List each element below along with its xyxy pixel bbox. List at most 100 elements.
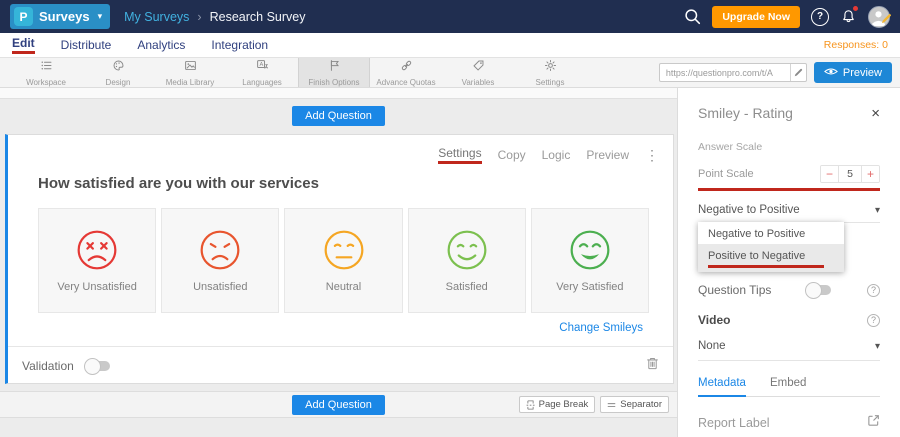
satisfied-smiley-icon (445, 228, 489, 272)
quotas-link-icon (400, 59, 413, 77)
answer-scale-label: Answer Scale (698, 141, 880, 153)
panel-tabs: Metadata Embed (698, 377, 880, 397)
add-question-button-top[interactable]: Add Question (292, 106, 385, 126)
tab-metadata[interactable]: Metadata (698, 377, 746, 397)
expand-icon[interactable] (867, 414, 880, 432)
smiley-option-very-unsatisfied[interactable]: Very Unsatisfied (38, 208, 156, 313)
option-positive-to-negative[interactable]: Positive to Negative (698, 244, 844, 272)
decrease-points-button[interactable]: − (821, 166, 838, 182)
edit-pencil-icon (881, 11, 892, 29)
page-break-icon (526, 400, 535, 410)
surveys-menu-button[interactable]: P Surveys ▾ (10, 4, 110, 29)
question-preview-link[interactable]: Preview (586, 148, 629, 162)
validation-row: Validation (8, 346, 673, 375)
page-break-button[interactable]: Page Break (519, 396, 596, 413)
video-help-icon[interactable]: ? (867, 314, 880, 327)
tab-edit[interactable]: Edit (12, 36, 35, 54)
edit-url-pencil-icon[interactable] (790, 64, 806, 81)
tab-embed[interactable]: Embed (770, 377, 806, 396)
chevron-down-icon: ▾ (98, 11, 103, 22)
workspace-list-icon (40, 59, 53, 77)
video-row: Video ? (698, 313, 880, 327)
finish-flag-icon (328, 59, 341, 77)
search-icon[interactable] (684, 8, 701, 25)
smiley-option-satisfied[interactable]: Satisfied (408, 208, 526, 313)
change-smileys-link[interactable]: Change Smileys (8, 322, 643, 334)
media-image-icon (184, 59, 197, 77)
close-panel-icon[interactable]: × (871, 106, 880, 121)
user-avatar[interactable] (868, 6, 890, 28)
separator-icon (607, 400, 616, 410)
toolbar-item-settings[interactable]: Settings (514, 58, 586, 87)
question-tips-toggle[interactable] (807, 285, 831, 295)
scale-direction-select[interactable]: Negative to Positive ▾ Negative to Posit… (698, 198, 880, 223)
tab-distribute[interactable]: Distribute (61, 38, 112, 52)
questionpro-logo: P (14, 7, 33, 26)
toolbar-item-finish-options[interactable]: Finish Options (298, 58, 370, 87)
variables-tag-icon (472, 59, 485, 77)
breadcrumb-current-survey: Research Survey (210, 10, 306, 24)
add-question-button-bottom[interactable]: Add Question (292, 395, 385, 415)
chevron-down-icon: ▾ (875, 341, 880, 352)
languages-translate-icon: A (256, 59, 269, 77)
notification-badge (852, 5, 859, 12)
toolbar-item-media-library[interactable]: Media Library (154, 58, 226, 87)
video-source-value: None (698, 340, 726, 352)
question-card-menu: Settings Copy Logic Preview ⋮ (438, 146, 659, 164)
option-negative-to-positive[interactable]: Negative to Positive (698, 222, 844, 244)
questionpro-app: P Surveys ▾ My Surveys › Research Survey… (0, 0, 900, 437)
toolbar-right-actions: https://questionpro.com/t/A Preview (659, 58, 900, 87)
smiley-option-neutral[interactable]: Neutral (284, 208, 402, 313)
toolbar-item-workspace[interactable]: Workspace (10, 58, 82, 87)
breadcrumb-separator-icon: › (197, 10, 201, 24)
smiley-scale: Very Unsatisfied Unsatisfied Neutral Sat… (38, 208, 649, 313)
separator-button[interactable]: Separator (600, 396, 669, 413)
toolbar-item-languages[interactable]: A Languages (226, 58, 298, 87)
validation-toggle[interactable] (86, 361, 110, 371)
increase-points-button[interactable]: + (862, 166, 879, 182)
canvas-top-strip (0, 88, 677, 99)
toolbar-item-design[interactable]: Design (82, 58, 154, 87)
smiley-option-unsatisfied[interactable]: Unsatisfied (161, 208, 279, 313)
breadcrumb-my-surveys[interactable]: My Surveys (124, 10, 189, 24)
tab-analytics[interactable]: Analytics (137, 38, 185, 52)
question-tips-help-icon[interactable]: ? (867, 284, 880, 297)
point-scale-label: Point Scale (698, 168, 754, 180)
editor-toolbar: Workspace Design Media Library A Languag… (0, 58, 900, 88)
report-label-field[interactable]: Report Label (698, 414, 880, 437)
question-settings-link[interactable]: Settings (438, 146, 481, 164)
question-settings-panel: Smiley - Rating × Answer Scale Point Sca… (677, 88, 900, 437)
eye-icon (824, 67, 838, 79)
question-logic-link[interactable]: Logic (542, 148, 571, 162)
point-scale-row: Point Scale − 5 + (698, 165, 880, 183)
settings-gear-icon (544, 59, 557, 77)
toolbar-item-variables[interactable]: Variables (442, 58, 514, 87)
smiley-option-very-satisfied[interactable]: Very Satisfied (531, 208, 649, 313)
preview-button[interactable]: Preview (814, 62, 892, 83)
toolbar-item-advance-quotas[interactable]: Advance Quotas (370, 58, 442, 87)
breadcrumb: My Surveys › Research Survey (124, 10, 305, 24)
question-title[interactable]: How satisfied are you with our services (38, 175, 673, 192)
survey-url-text: https://questionpro.com/t/A (660, 68, 790, 78)
video-source-select[interactable]: None ▾ (698, 340, 880, 361)
delete-question-trash-icon[interactable] (646, 356, 659, 375)
tab-integration[interactable]: Integration (211, 38, 268, 52)
design-palette-icon (112, 59, 125, 77)
panel-title: Smiley - Rating (698, 105, 793, 121)
question-card: Settings Copy Logic Preview ⋮ How satisf… (5, 134, 674, 384)
survey-editor-canvas: Add Question Settings Copy Logic Preview… (0, 88, 677, 437)
very-satisfied-smiley-icon (568, 228, 612, 272)
notifications-bell-icon[interactable] (840, 8, 857, 25)
scale-direction-value: Negative to Positive (698, 204, 800, 216)
upgrade-now-button[interactable]: Upgrade Now (712, 6, 800, 28)
question-copy-link[interactable]: Copy (498, 148, 526, 162)
annotation-underline-point-scale (698, 188, 880, 191)
chevron-down-icon: ▾ (875, 205, 880, 216)
responses-count: Responses: 0 (824, 39, 888, 51)
survey-url-field[interactable]: https://questionpro.com/t/A (659, 63, 807, 82)
more-options-icon[interactable]: ⋮ (645, 147, 659, 164)
point-scale-stepper: − 5 + (820, 165, 880, 183)
svg-text:A: A (259, 62, 263, 68)
help-icon[interactable]: ? (811, 8, 829, 26)
unsatisfied-smiley-icon (198, 228, 242, 272)
